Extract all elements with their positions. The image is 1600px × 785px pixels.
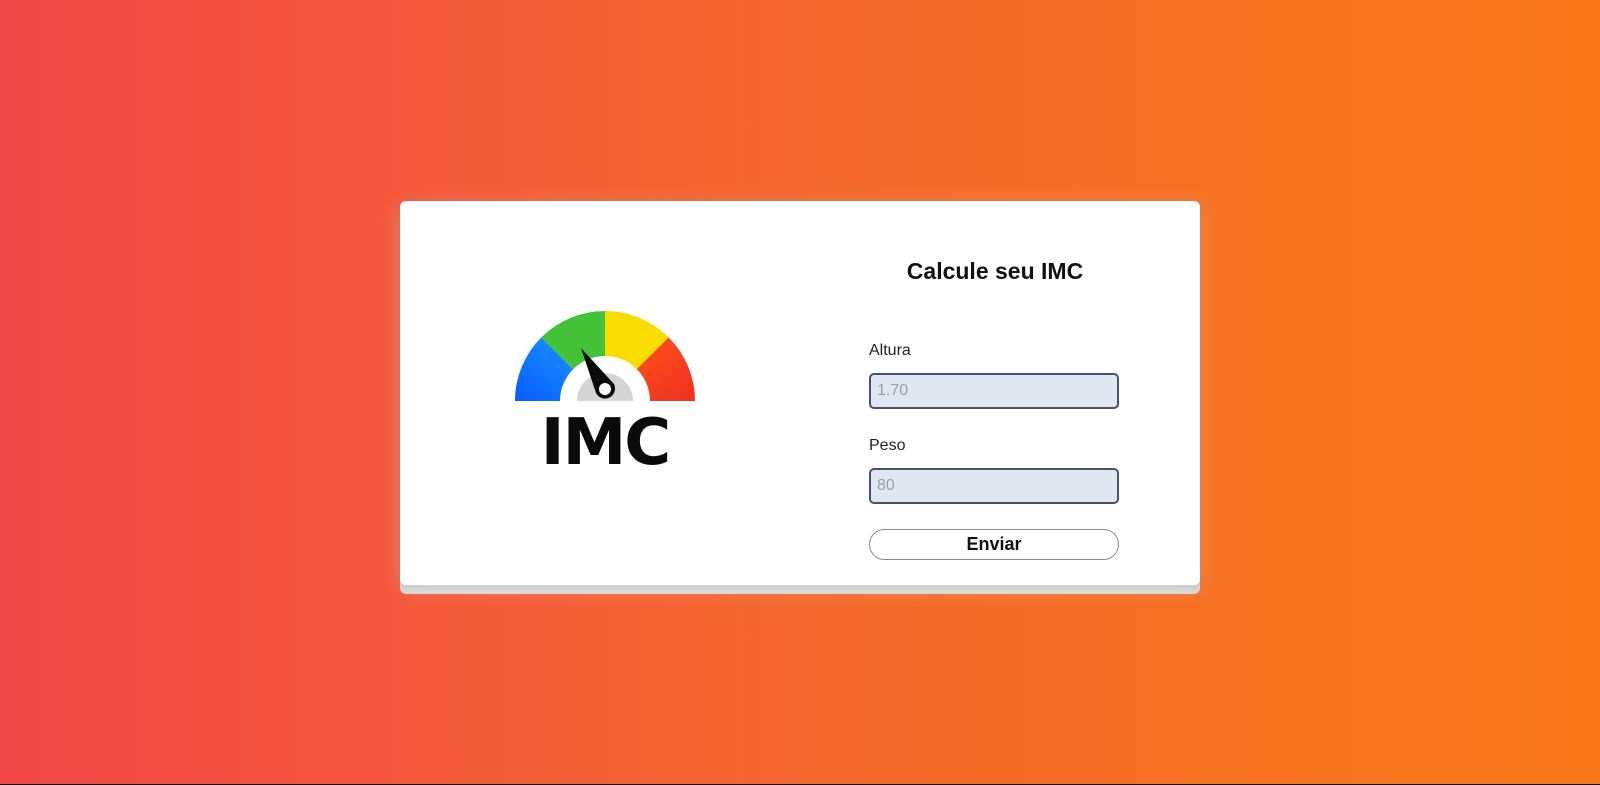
peso-input[interactable]	[869, 468, 1119, 504]
imc-logo: IMC	[515, 311, 695, 480]
logo-text: IMC	[541, 406, 669, 480]
enviar-button[interactable]: Enviar	[869, 529, 1119, 560]
altura-label: Altura	[869, 342, 911, 359]
peso-label: Peso	[869, 437, 906, 454]
altura-input[interactable]	[869, 373, 1119, 409]
imc-card: IMC Calcule seu IMC Altura Peso Enviar	[400, 201, 1200, 585]
form-title: Calcule seu IMC	[906, 258, 1084, 284]
gauge-needle-pivot	[599, 383, 611, 395]
gauge-icon	[515, 311, 695, 401]
page-background: IMC Calcule seu IMC Altura Peso Enviar	[0, 0, 1600, 784]
